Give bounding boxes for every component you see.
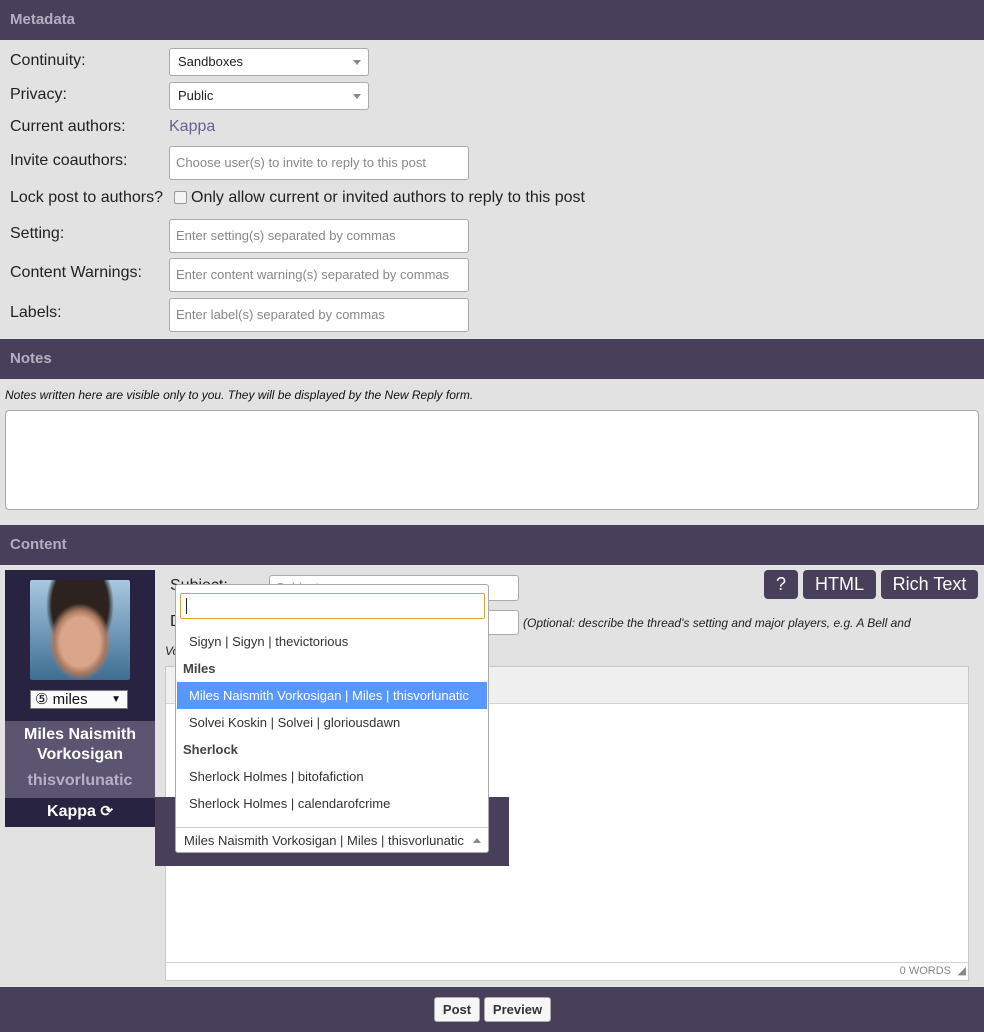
setting-input[interactable]: Enter setting(s) separated by commas [169, 219, 469, 253]
metadata-header[interactable]: Metadata [0, 0, 984, 40]
lock-label: Lock post to authors? [10, 189, 163, 206]
html-button[interactable]: HTML [803, 570, 876, 599]
character-panel: ⑤ miles ▼ Miles Naismith Vorkosigan this… [5, 570, 155, 827]
privacy-value: Public [178, 88, 214, 103]
continuity-select[interactable]: Sandboxes [169, 48, 369, 76]
post-button[interactable]: Post [434, 997, 480, 1022]
warnings-label: Content Warnings: [10, 264, 142, 281]
privacy-label: Privacy: [10, 86, 67, 103]
rich-text-button[interactable]: Rich Text [881, 570, 978, 599]
chevron-up-icon [473, 838, 481, 843]
setting-label: Setting: [10, 225, 65, 242]
character-info: Miles Naismith Vorkosigan thisvorlunatic [5, 721, 155, 798]
character-avatar[interactable] [30, 580, 130, 680]
lock-checkbox[interactable] [174, 191, 187, 204]
notes-header[interactable]: Notes [0, 339, 984, 379]
labels-label: Labels: [10, 304, 62, 321]
user-name: Kappa [47, 803, 96, 820]
text-cursor [186, 598, 187, 614]
labels-input[interactable]: Enter label(s) separated by commas [169, 298, 469, 332]
continuity-label: Continuity: [10, 52, 86, 69]
character-name[interactable]: Miles Naismith Vorkosigan [5, 725, 155, 765]
resize-handle-icon[interactable]: ◢ [958, 964, 966, 977]
preview-button[interactable]: Preview [484, 997, 551, 1022]
icon-select-value: ⑤ miles [35, 691, 88, 708]
author-link[interactable]: Kappa [169, 118, 215, 136]
help-button[interactable]: ? [764, 570, 798, 599]
dropdown-option-selected[interactable]: Miles Naismith Vorkosigan | Miles | this… [177, 682, 487, 709]
warnings-input[interactable]: Enter content warning(s) separated by co… [169, 258, 469, 292]
lock-text: Only allow current or invited authors to… [191, 189, 585, 206]
dropdown-group-label: Miles [183, 661, 216, 676]
dropdown-option[interactable]: Solvei Koskin | Solvei | gloriousdawn [177, 709, 487, 736]
chevron-down-icon [353, 94, 361, 99]
editor-statusbar: 0 WORDS ◢ [166, 962, 968, 980]
dropdown-option[interactable]: Sherlock Holmes | calendarofcrime [177, 790, 487, 817]
coauthors-label: Invite coauthors: [10, 152, 128, 169]
refresh-icon[interactable]: ⟳ [100, 803, 113, 820]
content-header[interactable]: Content [0, 525, 984, 565]
character-screenname[interactable]: thisvorlunatic [5, 772, 155, 790]
dropdown-search-input[interactable] [180, 593, 485, 619]
icon-select[interactable]: ⑤ miles ▼ [30, 690, 128, 709]
caret-down-icon: ▼ [111, 694, 121, 705]
notes-textarea[interactable] [5, 410, 979, 510]
notes-description: Notes written here are visible only to y… [5, 388, 474, 402]
privacy-select[interactable]: Public [169, 82, 369, 110]
word-count: 0 WORDS [899, 965, 951, 977]
dropdown-option[interactable]: Sherlock Holmes | bitofafiction [177, 763, 487, 790]
dropdown-selected-value[interactable]: Miles Naismith Vorkosigan | Miles | this… [176, 827, 488, 852]
coauthors-input[interactable]: Choose user(s) to invite to reply to thi… [169, 146, 469, 180]
character-dropdown[interactable]: Sigyn | Sigyn | thevictorious Miles Mile… [175, 584, 489, 853]
dropdown-group-label: Sherlock [183, 742, 238, 757]
continuity-value: Sandboxes [178, 54, 244, 69]
dropdown-list: Sigyn | Sigyn | thevictorious Miles Mile… [176, 628, 488, 831]
description-hint: (Optional: describe the thread's setting… [523, 616, 911, 630]
authors-label: Current authors: [10, 118, 126, 135]
chevron-down-icon [353, 60, 361, 65]
dropdown-option[interactable]: Sigyn | Sigyn | thevictorious [177, 628, 487, 655]
user-row: Kappa ⟳ [5, 798, 155, 827]
dropdown-selected-text: Miles Naismith Vorkosigan | Miles | this… [184, 833, 464, 848]
